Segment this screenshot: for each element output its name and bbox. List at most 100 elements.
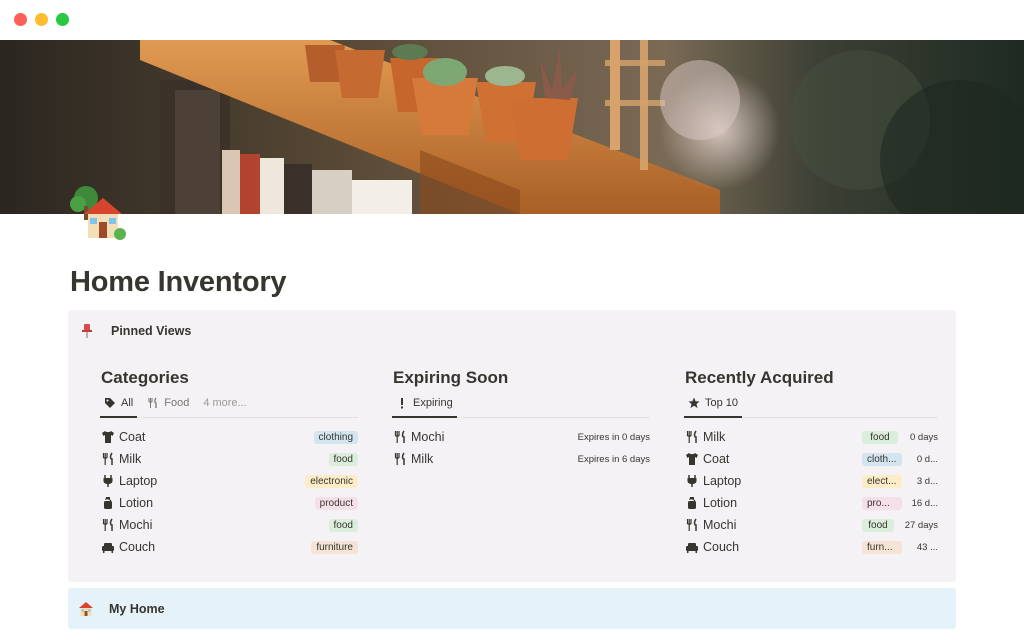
expiring-title[interactable]: Expiring Soon xyxy=(392,368,650,388)
category-tag: electronic xyxy=(305,474,358,488)
item-name: Couch xyxy=(119,540,156,554)
fork-knife-icon xyxy=(685,430,699,444)
plug-icon xyxy=(685,474,699,488)
list-item[interactable]: Mochi Expires in 0 days xyxy=(392,426,650,448)
page-title: Home Inventory xyxy=(70,266,287,298)
fork-knife-icon xyxy=(393,452,407,466)
list-item[interactable]: Couch furn... 43 ... xyxy=(684,536,938,558)
pinned-views-label: Pinned Views xyxy=(111,324,192,338)
tab-food[interactable]: Food xyxy=(143,393,193,417)
tag-icon xyxy=(104,397,116,409)
fork-knife-icon xyxy=(393,430,407,444)
recent-tabs: Top 10 xyxy=(684,394,938,418)
pushpin-icon xyxy=(78,322,96,340)
acquired-age: 0 d... xyxy=(916,453,938,465)
list-item[interactable]: Lotion pro... 16 d... xyxy=(684,492,938,514)
list-item[interactable]: Coat cloth... 0 d... xyxy=(684,448,938,470)
fork-knife-icon xyxy=(685,518,699,532)
expires-text: Expires in 0 days xyxy=(577,431,650,443)
item-name: Mochi xyxy=(411,430,445,444)
item-name: Lotion xyxy=(703,496,738,510)
tab-expiring[interactable]: Expiring xyxy=(392,393,457,418)
categories-tabs: All Food 4 more... xyxy=(100,394,358,418)
item-name: Mochi xyxy=(119,518,153,532)
exclamation-icon xyxy=(396,397,408,409)
house-icon xyxy=(78,601,94,617)
minimize-window-button[interactable] xyxy=(35,13,48,26)
acquired-age: 3 d... xyxy=(916,475,938,487)
list-item[interactable]: Laptop electronic xyxy=(100,470,358,492)
acquired-age: 27 days xyxy=(904,519,938,531)
list-item[interactable]: Coat clothing xyxy=(100,426,358,448)
list-item[interactable]: Milk food 0 days xyxy=(684,426,938,448)
expiring-list: Mochi Expires in 0 days Milk Expires in … xyxy=(392,426,650,470)
item-name: Laptop xyxy=(119,474,158,488)
item-name: Lotion xyxy=(119,496,154,510)
tab-label: All xyxy=(121,397,134,409)
categories-list: Coat clothing Milk food Laptop electroni… xyxy=(100,426,358,558)
category-tag: product xyxy=(314,496,358,510)
bottle-icon xyxy=(685,496,699,510)
acquired-age: 0 days xyxy=(910,431,938,443)
category-tag: food xyxy=(328,452,358,466)
category-tag: food xyxy=(862,430,898,444)
recently-acquired-view: Recently Acquired Top 10 Milk food 0 days… xyxy=(684,368,938,558)
tab-label: 4 more... xyxy=(203,397,247,409)
list-item[interactable]: Couch furniture xyxy=(100,536,358,558)
couch-icon xyxy=(685,540,699,554)
categories-view: Categories All Food 4 more... Coat cloth… xyxy=(100,368,358,558)
category-tag: pro... xyxy=(862,496,902,510)
category-tag: food xyxy=(328,518,358,532)
expiring-soon-view: Expiring Soon Expiring Mochi Expires in … xyxy=(392,368,650,470)
pinned-views-header: Pinned Views xyxy=(78,322,191,340)
item-name: Laptop xyxy=(703,474,742,488)
item-name: Couch xyxy=(703,540,740,554)
list-item[interactable]: Lotion product xyxy=(100,492,358,514)
close-window-button[interactable] xyxy=(14,13,27,26)
my-home-callout[interactable]: My Home xyxy=(68,588,956,629)
tab-label: Food xyxy=(164,397,190,409)
tab-more[interactable]: 4 more... xyxy=(199,393,250,417)
item-name: Milk xyxy=(703,430,726,444)
tab-all[interactable]: All xyxy=(100,393,138,418)
item-name: Coat xyxy=(703,452,730,466)
recent-title[interactable]: Recently Acquired xyxy=(684,368,938,388)
fork-knife-icon xyxy=(147,397,159,409)
couch-icon xyxy=(101,540,115,554)
category-tag: furniture xyxy=(311,540,358,554)
categories-title[interactable]: Categories xyxy=(100,368,358,388)
acquired-age: 43 ... xyxy=(916,541,938,553)
shirt-icon xyxy=(685,452,699,466)
bottle-icon xyxy=(101,496,115,510)
tab-label: Expiring xyxy=(413,397,453,409)
my-home-label: My Home xyxy=(109,601,165,616)
item-name: Coat xyxy=(119,430,146,444)
list-item[interactable]: Mochi food 27 days xyxy=(684,514,938,536)
category-tag: clothing xyxy=(313,430,358,444)
item-name: Milk xyxy=(119,452,142,466)
category-tag: food xyxy=(862,518,894,532)
tab-top-10[interactable]: Top 10 xyxy=(684,393,743,418)
fork-knife-icon xyxy=(101,452,115,466)
expires-text: Expires in 6 days xyxy=(577,453,650,465)
maximize-window-button[interactable] xyxy=(56,13,69,26)
list-item[interactable]: Milk Expires in 6 days xyxy=(392,448,650,470)
shirt-icon xyxy=(101,430,115,444)
recent-list: Milk food 0 days Coat cloth... 0 d... Lapt… xyxy=(684,426,938,558)
list-item[interactable]: Milk food xyxy=(100,448,358,470)
star-icon xyxy=(688,397,700,409)
page-cover-image[interactable] xyxy=(0,40,1024,214)
expiring-tabs: Expiring xyxy=(392,394,650,418)
acquired-age: 16 d... xyxy=(911,497,938,509)
list-item[interactable]: Mochi food xyxy=(100,514,358,536)
pinned-views-callout: Pinned Views Categories All Food 4 more.… xyxy=(68,310,956,582)
list-item[interactable]: Laptop elect... 3 d... xyxy=(684,470,938,492)
tab-label: Top 10 xyxy=(705,397,739,409)
window-titlebar xyxy=(0,0,1024,40)
plug-icon xyxy=(101,474,115,488)
category-tag: cloth... xyxy=(862,452,902,466)
house-with-garden-icon[interactable] xyxy=(68,184,132,244)
item-name: Mochi xyxy=(703,518,737,532)
fork-knife-icon xyxy=(101,518,115,532)
item-name: Milk xyxy=(411,452,434,466)
